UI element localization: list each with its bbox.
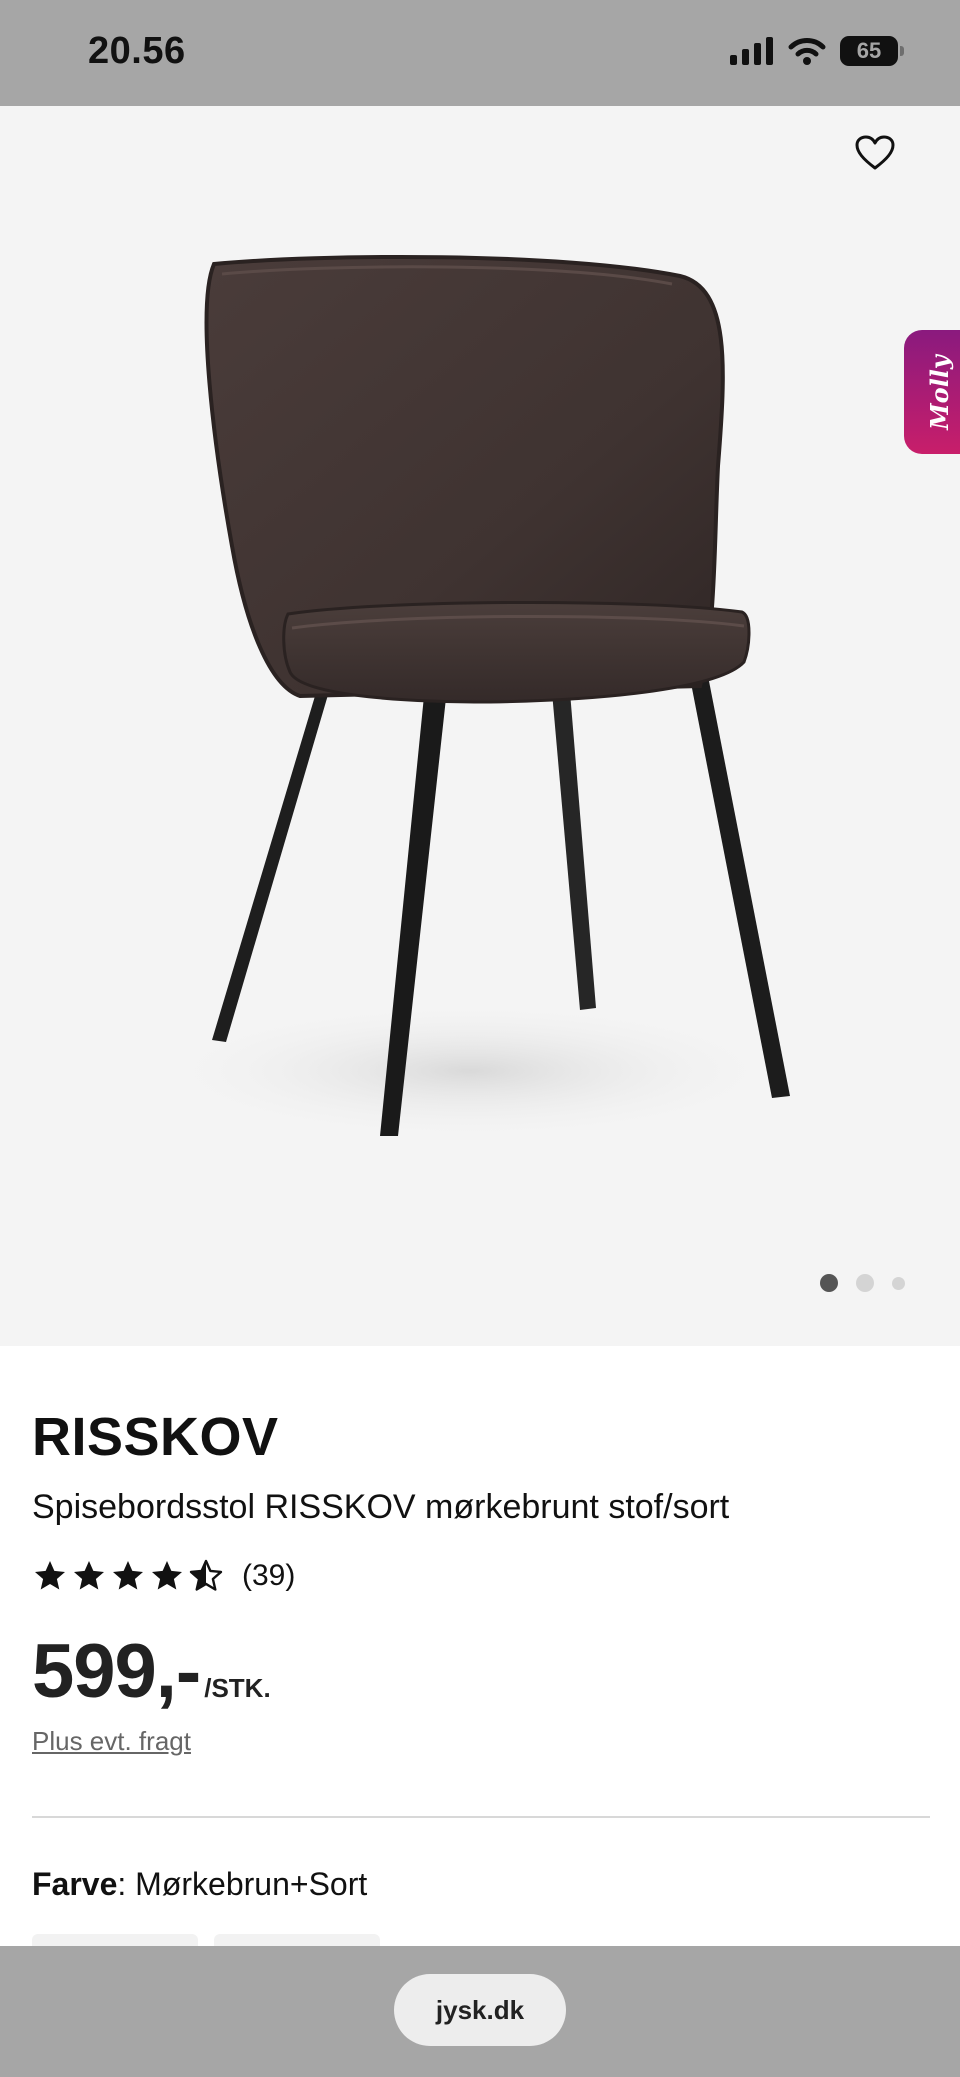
status-icons: 65 [730, 36, 904, 66]
gallery-pagination [820, 1274, 905, 1292]
rating-stars [32, 1558, 224, 1594]
product-name: RISSKOV [32, 1407, 279, 1467]
molly-label: Molly [924, 354, 954, 430]
gallery-dot-3[interactable] [892, 1276, 905, 1290]
star-icon [35, 1561, 65, 1590]
price-row: 599,- /STK. [32, 1628, 271, 1715]
product-image-gallery[interactable]: Molly [0, 106, 960, 1346]
browser-bottom-bar: jysk.dk [0, 1946, 960, 2077]
status-time: 20.56 [88, 30, 186, 72]
star-icon [152, 1561, 182, 1590]
shipping-link[interactable]: Plus evt. fragt [32, 1726, 191, 1757]
product-rating[interactable]: (39) [32, 1558, 295, 1594]
gallery-dot-2[interactable] [856, 1274, 874, 1292]
star-icon [74, 1561, 104, 1590]
gallery-dot-1[interactable] [820, 1274, 838, 1292]
heart-icon [855, 135, 895, 170]
divider [32, 1816, 930, 1818]
price: 599,- [32, 1629, 201, 1714]
review-count: (39) [242, 1559, 296, 1592]
molly-chat-button[interactable]: Molly [904, 330, 960, 454]
star-icon [113, 1561, 143, 1590]
battery-level: 65 [856, 38, 882, 63]
status-bar: 20.56 65 [0, 0, 960, 106]
half-star-icon [189, 1559, 223, 1591]
wifi-icon [788, 38, 826, 65]
product-image [150, 254, 790, 1141]
battery-icon: 65 [840, 36, 904, 66]
price-unit: /STK. [204, 1673, 271, 1703]
color-value: : Mørkebrun+Sort [117, 1866, 368, 1902]
product-subtitle: Spisebordsstol RISSKOV mørkebrunt stof/s… [32, 1488, 730, 1526]
color-selection: Farve: Mørkebrun+Sort [32, 1866, 367, 1903]
favorite-button[interactable] [848, 126, 902, 180]
color-label: Farve [32, 1866, 118, 1902]
address-bar[interactable]: jysk.dk [394, 1974, 566, 2046]
signal-icon [730, 37, 773, 65]
